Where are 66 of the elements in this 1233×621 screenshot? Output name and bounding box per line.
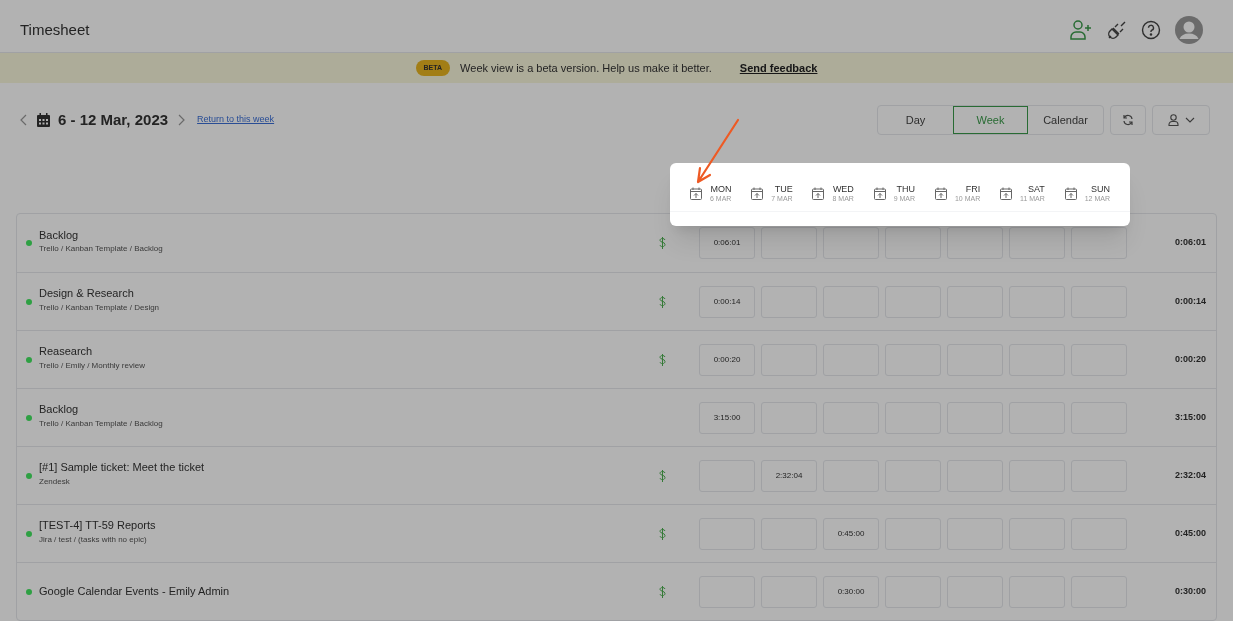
calendar-upload-icon[interactable] [1064,187,1077,201]
row-total: 2:32:04 [1174,468,1206,482]
calendar-upload-icon[interactable] [873,187,886,201]
time-input[interactable]: 0:00:14 [699,285,755,318]
time-input[interactable] [823,227,879,259]
calendar-upload-icon[interactable] [812,187,825,201]
row-total: 0:06:01 [1174,236,1206,250]
calendar-upload-icon[interactable] [751,187,764,201]
task-title: Backlog [39,402,80,418]
day-name: TUE [774,185,793,195]
calendar-icon [37,113,50,127]
task-path: Trello / Kanban Template / Backlog [39,243,164,256]
row-total: 0:45:00 [1174,526,1206,540]
time-input[interactable] [1009,227,1065,259]
task-title: [TEST-4] TT-59 Reports [39,518,157,534]
time-input[interactable] [947,227,1003,259]
task-path: Trello / Kanban Template / Design [39,301,161,314]
calendar-upload-icon[interactable] [690,187,702,201]
task-title: Backlog [39,227,80,243]
task-path: Trello / Kanban Template / Backlog [39,417,164,430]
day-name: SAT [1028,185,1045,195]
plug-icon[interactable] [1107,20,1127,40]
refresh-icon [1122,114,1134,126]
time-input[interactable]: 0:45:00 [823,517,879,550]
row-total: 3:15:00 [1174,410,1206,424]
return-to-week-link[interactable]: Return to this week [197,113,275,127]
task-title: Reasearch [39,344,94,360]
banner-message: Week view is a beta version. Help us make it better. [460,60,712,76]
task-title: Design & Research [39,286,135,302]
calendar-upload-icon[interactable] [934,187,947,201]
row-total: 0:00:20 [1174,352,1206,366]
previous-icon[interactable] [20,114,27,126]
task-path: Zendesk [39,475,71,488]
view-tab[interactable]: Day [878,106,953,134]
send-feedback-link[interactable]: Send feedback [739,59,818,77]
time-input[interactable]: 3:15:00 [699,401,755,434]
page-title: Timesheet [20,19,90,40]
task-path: Trello / Emily / Monthly review [39,359,146,372]
day-name: MON [710,185,732,195]
view-tab[interactable]: Calendar [1028,106,1103,134]
row-total: 0:00:14 [1174,294,1206,308]
time-input[interactable] [1071,227,1127,259]
time-input[interactable]: 2:32:04 [761,459,817,492]
task-title: [#1] Sample ticket: Meet the ticket [39,460,206,476]
day-name: FRI [965,185,981,195]
time-input[interactable]: 0:30:00 [823,575,879,608]
date-range: 6 - 12 Mar, 2023 [58,109,169,130]
day-name: SUN [1090,185,1110,195]
help-icon[interactable] [1141,20,1161,40]
day-name: WED [832,185,854,195]
avatar-icon[interactable] [1175,16,1203,44]
add-user-icon[interactable] [1069,19,1093,41]
time-input[interactable] [885,227,941,259]
time-input[interactable]: 0:00:20 [699,343,755,376]
chevron-down-icon [1184,117,1195,123]
row-total: 0:30:00 [1174,584,1206,598]
user-icon [1167,114,1179,126]
next-icon[interactable] [178,114,186,126]
time-input[interactable]: 0:06:01 [699,227,755,259]
day-name: THU [896,185,916,195]
task-path: Jira / test / (tasks with no epic) [39,533,148,546]
time-input[interactable] [761,227,817,259]
task-title: Google Calendar Events - Emily Admin [39,584,231,600]
user-filter-button[interactable] [1152,105,1210,135]
calendar-upload-icon[interactable] [1000,187,1013,201]
refresh-button[interactable] [1110,105,1146,135]
